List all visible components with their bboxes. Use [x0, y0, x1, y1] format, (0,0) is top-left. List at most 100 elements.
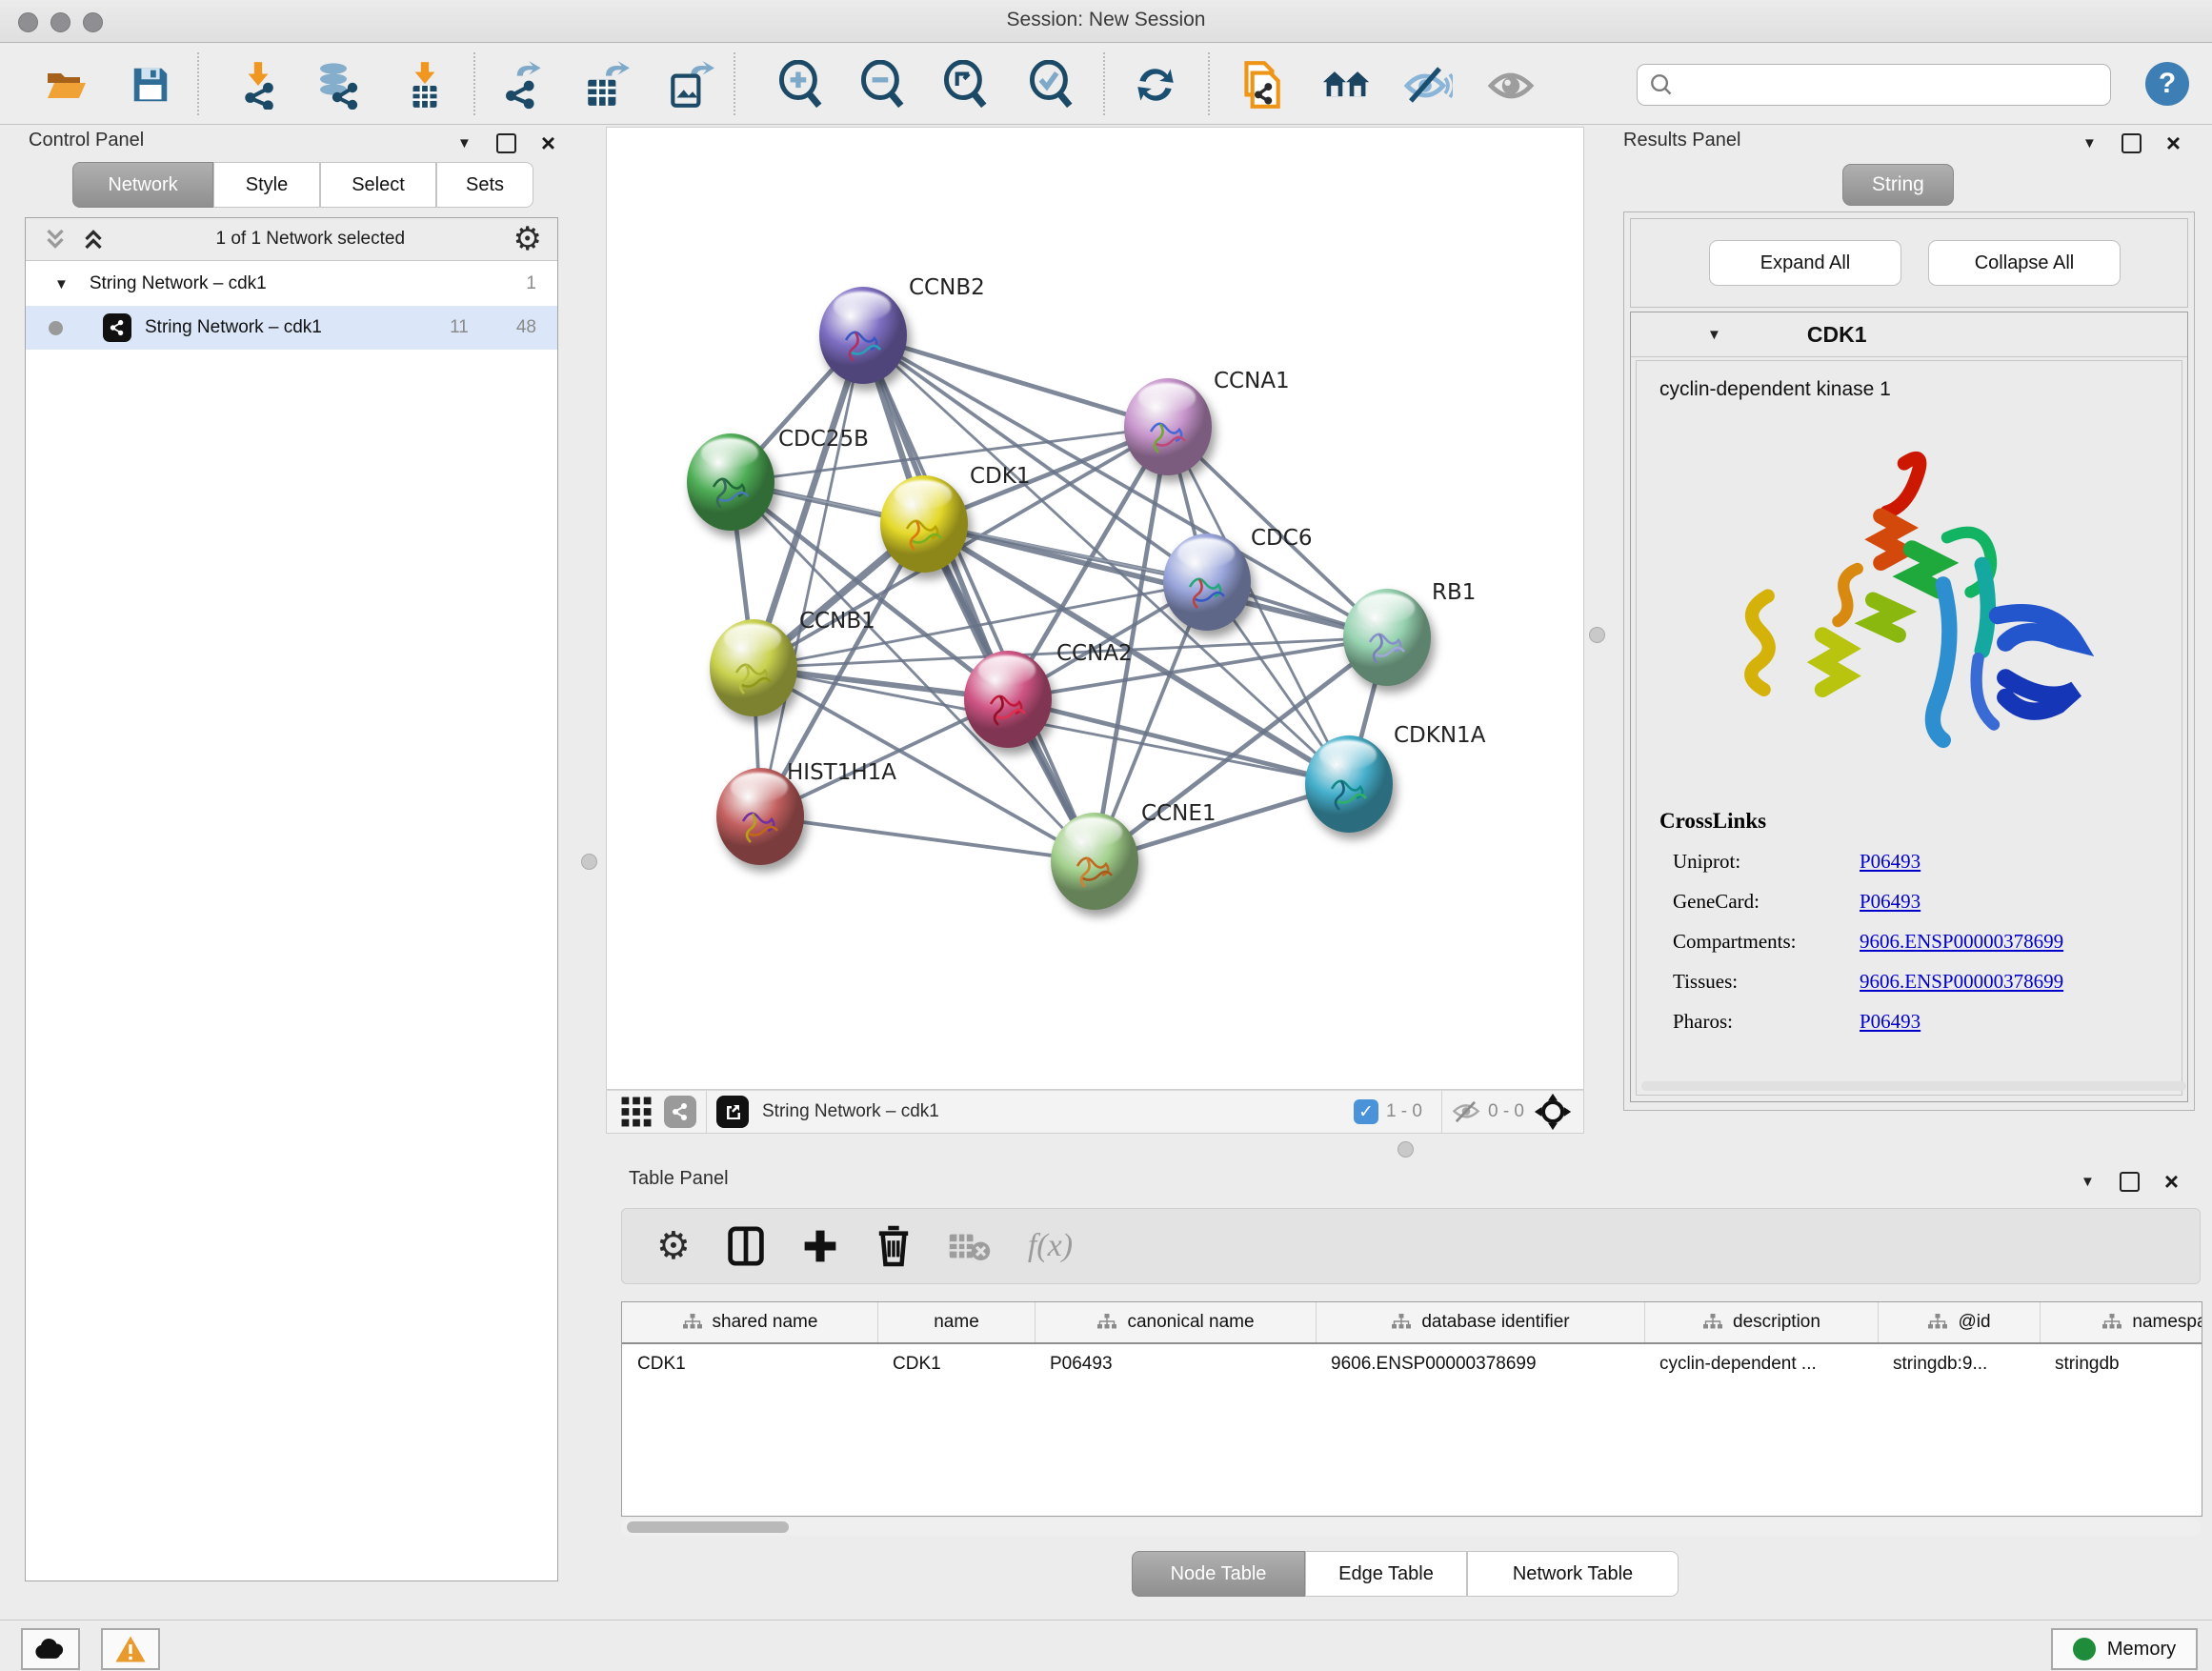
results-scrollbar[interactable]	[1641, 1081, 2186, 1091]
tab-edge-table[interactable]: Edge Table	[1305, 1551, 1467, 1597]
import-network-database-button[interactable]	[314, 60, 364, 110]
first-neighbors-button[interactable]	[1321, 60, 1371, 110]
import-network-file-button[interactable]	[233, 60, 283, 110]
help-button[interactable]: ?	[2145, 62, 2189, 106]
gene-section-header[interactable]: ▼ CDK1	[1631, 312, 2187, 357]
function-builder-icon[interactable]: f(x)	[1028, 1228, 1073, 1264]
refresh-button[interactable]	[1131, 60, 1180, 110]
selected-nodes-checkbox[interactable]: ✓	[1354, 1099, 1378, 1124]
delete-table-icon[interactable]	[948, 1229, 992, 1263]
network-edge[interactable]	[863, 335, 1168, 427]
maximize-panel-icon[interactable]	[2120, 1172, 2140, 1192]
network-node-rb1[interactable]	[1343, 589, 1431, 686]
table-cell[interactable]: P06493	[1035, 1344, 1316, 1384]
warnings-button[interactable]	[101, 1628, 160, 1670]
column-header-namespace[interactable]: namespace	[2040, 1302, 2202, 1342]
section-collapse-icon[interactable]: ▼	[1707, 327, 1721, 343]
collapse-all-icon[interactable]	[41, 225, 70, 253]
close-panel-icon[interactable]: ×	[2166, 135, 2181, 151]
close-panel-icon[interactable]: ×	[541, 135, 555, 151]
table-row[interactable]: CDK1CDK1P064939606.ENSP00000378699cyclin…	[622, 1344, 2202, 1384]
maximize-panel-icon[interactable]	[496, 133, 516, 153]
table-hscrollbar[interactable]	[621, 1519, 2201, 1536]
duplicate-network-button[interactable]	[1236, 60, 1285, 110]
column-header-canonical-name[interactable]: canonical name	[1035, 1302, 1316, 1342]
float-panel-icon[interactable]: ▼	[2081, 1174, 2095, 1190]
network-node-cdc6[interactable]	[1163, 534, 1251, 631]
collapse-all-button[interactable]: Collapse All	[1928, 240, 2121, 286]
grid-view-icon[interactable]	[620, 1096, 653, 1128]
network-row[interactable]: String Network – cdk1 11 48	[26, 306, 557, 350]
tab-sets[interactable]: Sets	[436, 162, 533, 208]
network-edge[interactable]	[760, 816, 1095, 861]
network-node-cdkn1a[interactable]	[1305, 735, 1393, 833]
tab-style[interactable]: Style	[213, 162, 320, 208]
open-session-button[interactable]	[42, 60, 91, 110]
network-node-ccna2[interactable]	[964, 651, 1052, 748]
network-canvas[interactable]: CCNB2CCNA1CDC25BCDK1CDC6RB1CCNB1CCNA2CDK…	[606, 127, 1584, 1090]
export-image-button[interactable]	[665, 60, 714, 110]
collection-expand-icon[interactable]: ▼	[54, 276, 69, 292]
show-all-button[interactable]	[1486, 60, 1536, 110]
network-node-ccnb1[interactable]	[710, 619, 797, 716]
network-node-ccna1[interactable]	[1124, 378, 1212, 475]
column-header-shared-name[interactable]: shared name	[622, 1302, 877, 1342]
tab-network-table[interactable]: Network Table	[1467, 1551, 1679, 1597]
hide-selected-button[interactable]	[1403, 60, 1453, 110]
left-splitter-handle[interactable]	[581, 854, 597, 870]
table-hscroll-thumb[interactable]	[627, 1521, 789, 1533]
column-header-name[interactable]: name	[877, 1302, 1035, 1342]
export-network-button[interactable]	[500, 60, 550, 110]
export-table-button[interactable]	[582, 60, 632, 110]
zoom-out-button[interactable]	[857, 60, 907, 110]
zoom-in-button[interactable]	[775, 60, 825, 110]
open-in-window-icon[interactable]	[716, 1096, 749, 1128]
right-splitter-handle[interactable]	[1589, 627, 1605, 643]
column-settings-gear-icon[interactable]: ⚙	[656, 1230, 691, 1262]
search-input[interactable]	[1674, 68, 2110, 102]
table-cell[interactable]: CDK1	[877, 1344, 1035, 1384]
string-view-icon[interactable]	[664, 1096, 696, 1128]
cloud-button[interactable]	[21, 1628, 80, 1670]
import-table-file-button[interactable]	[400, 60, 450, 110]
network-node-cdk1[interactable]	[880, 475, 968, 573]
create-column-icon[interactable]	[727, 1225, 765, 1267]
tab-network[interactable]: Network	[72, 162, 213, 208]
maximize-panel-icon[interactable]	[2122, 133, 2142, 153]
crosslink-link[interactable]: P06493	[1860, 1010, 1920, 1034]
expand-all-button[interactable]: Expand All	[1709, 240, 1901, 286]
network-collection-row[interactable]: ▼ String Network – cdk1 1	[26, 262, 557, 306]
table-cell[interactable]: cyclin-dependent ...	[1644, 1344, 1878, 1384]
float-panel-icon[interactable]: ▼	[2082, 135, 2097, 151]
close-panel-icon[interactable]: ×	[2164, 1174, 2179, 1190]
network-edge[interactable]	[863, 335, 1095, 861]
table-cell[interactable]: stringdb:9...	[1878, 1344, 2040, 1384]
crosslink-link[interactable]: 9606.ENSP00000378699	[1860, 970, 2063, 994]
fit-content-button[interactable]	[940, 60, 990, 110]
crosslink-link[interactable]: P06493	[1860, 850, 1920, 874]
column-header-database-identifier[interactable]: database identifier	[1316, 1302, 1644, 1342]
crosslink-link[interactable]: P06493	[1860, 890, 1920, 914]
network-options-gear-icon[interactable]: ⚙	[513, 223, 542, 255]
memory-button[interactable]: Memory	[2051, 1628, 2198, 1670]
table-cell[interactable]: stringdb	[2040, 1344, 2202, 1384]
network-edge[interactable]	[924, 524, 1387, 637]
column-header-description[interactable]: description	[1644, 1302, 1878, 1342]
table-cell[interactable]: CDK1	[622, 1344, 877, 1384]
delete-row-icon[interactable]	[875, 1224, 912, 1268]
zoom-selected-button[interactable]	[1026, 60, 1076, 110]
add-row-icon[interactable]	[801, 1225, 839, 1267]
network-node-ccnb2[interactable]	[819, 287, 907, 384]
float-panel-icon[interactable]: ▼	[457, 135, 472, 151]
column-header--id[interactable]: @id	[1878, 1302, 2040, 1342]
save-session-button[interactable]	[126, 60, 175, 110]
tab-node-table[interactable]: Node Table	[1132, 1551, 1305, 1597]
tab-string[interactable]: String	[1842, 164, 1954, 206]
network-node-cdc25b[interactable]	[687, 433, 774, 531]
table-cell[interactable]: 9606.ENSP00000378699	[1316, 1344, 1644, 1384]
network-node-ccne1[interactable]	[1051, 813, 1138, 910]
crosslink-link[interactable]: 9606.ENSP00000378699	[1860, 930, 2063, 954]
birds-eye-icon[interactable]	[1534, 1093, 1572, 1131]
tab-select[interactable]: Select	[320, 162, 436, 208]
expand-all-icon[interactable]	[79, 225, 108, 253]
